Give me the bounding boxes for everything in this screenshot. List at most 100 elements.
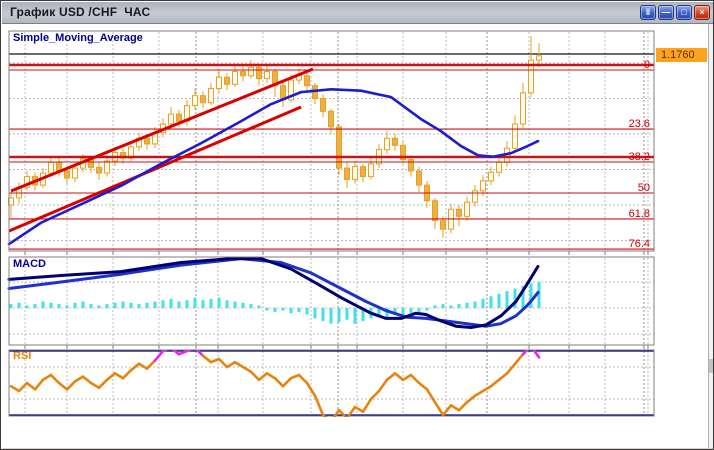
macd-signal-line xyxy=(9,259,538,327)
rsi-segment xyxy=(267,373,275,378)
rsi-segment xyxy=(283,378,291,386)
main-pane-title: Simple_Moving_Average xyxy=(13,32,143,44)
rsi-segment xyxy=(419,383,427,389)
candle xyxy=(209,89,214,103)
candle xyxy=(457,209,462,216)
candle xyxy=(521,93,526,124)
candle xyxy=(537,56,542,60)
rsi-segment xyxy=(43,375,51,380)
rsi-segment xyxy=(499,373,507,379)
macd-line xyxy=(9,259,538,328)
rsi-segment xyxy=(387,373,395,379)
candle xyxy=(321,99,326,112)
candle xyxy=(433,201,438,221)
candle xyxy=(465,202,470,216)
candle xyxy=(249,67,254,76)
rsi-segment xyxy=(139,364,147,369)
rsi-segment xyxy=(459,402,467,410)
rsi-segment xyxy=(27,383,35,389)
candle xyxy=(417,171,422,185)
rsi-segment xyxy=(259,373,267,379)
candle xyxy=(497,162,502,172)
rsi-segment xyxy=(411,375,419,383)
rsi-segment xyxy=(483,386,491,391)
candle xyxy=(225,77,230,84)
rsi-segment xyxy=(379,380,387,391)
candle xyxy=(385,138,390,149)
candle xyxy=(361,167,366,177)
candle xyxy=(489,172,494,181)
fib-label: 50 xyxy=(638,182,650,194)
rsi-segment xyxy=(83,377,91,383)
candle xyxy=(217,77,222,88)
candle xyxy=(233,72,238,85)
rsi-segment xyxy=(475,391,483,396)
current-price-tag: 1.1760 xyxy=(656,48,707,62)
rsi-segment xyxy=(203,356,211,362)
rsi-segment xyxy=(19,383,27,391)
candle xyxy=(513,124,518,148)
rsi-segment xyxy=(243,367,251,372)
rsi-segment xyxy=(251,372,259,380)
scrollbar-thumb[interactable] xyxy=(709,359,713,373)
right-scrollbar[interactable] xyxy=(708,24,714,448)
rsi-segment xyxy=(435,402,443,415)
trendline xyxy=(11,69,313,191)
candle xyxy=(265,72,270,79)
candle xyxy=(481,181,486,191)
rsi-segment xyxy=(339,410,347,418)
rsi-segment xyxy=(99,380,107,388)
rsi-segment xyxy=(227,362,235,367)
candle xyxy=(97,167,102,173)
rsi-segment xyxy=(107,373,115,379)
candle xyxy=(409,160,414,171)
candle xyxy=(49,162,54,173)
candle xyxy=(169,114,174,124)
rsi-segment xyxy=(363,399,371,412)
rsi-segment xyxy=(275,378,283,386)
rsi-segment xyxy=(507,364,515,374)
rsi-segment xyxy=(219,359,227,367)
candle xyxy=(193,96,198,106)
candle xyxy=(73,168,78,178)
rsi-segment xyxy=(347,407,355,418)
rsi-segment xyxy=(395,373,403,379)
candle xyxy=(441,221,446,230)
rsi-segment xyxy=(67,381,75,389)
rsi-segment xyxy=(491,380,499,386)
candle xyxy=(65,171,70,178)
rsi-segment xyxy=(235,362,243,367)
rsi-segment xyxy=(515,354,523,364)
chart-window: График USD /CHF ЧАС ‖ — □ × 023.638.2506… xyxy=(0,0,714,450)
rsi-segment xyxy=(51,375,59,383)
fib-label: 76.4 xyxy=(629,238,650,250)
chart-canvas[interactable]: 023.638.25061.876.4 xyxy=(1,1,714,450)
candle xyxy=(145,138,150,144)
candle xyxy=(105,161,110,173)
rsi-segment xyxy=(451,405,459,410)
rsi-pane-title: RSI xyxy=(13,350,31,362)
fib-label: 23.6 xyxy=(629,118,650,130)
rsi-segment xyxy=(123,370,131,378)
rsi-segment xyxy=(91,383,99,388)
candle xyxy=(345,168,350,179)
rsi-segment xyxy=(355,407,363,412)
rsi-segment xyxy=(59,383,67,389)
candle xyxy=(329,111,334,127)
rsi-segment xyxy=(531,346,539,357)
rsi-segment xyxy=(371,391,379,399)
fib-label: 0 xyxy=(644,59,650,71)
rsi-segment xyxy=(115,373,123,378)
rsi-segment xyxy=(427,389,435,402)
candle xyxy=(177,114,182,121)
rsi-line-group xyxy=(11,346,539,421)
rsi-segment xyxy=(35,380,43,390)
candle xyxy=(257,67,262,78)
candle xyxy=(369,164,374,177)
rsi-segment xyxy=(75,377,83,382)
candle xyxy=(353,167,358,180)
rsi-segment xyxy=(11,386,19,391)
fib-label: 38.2 xyxy=(629,151,650,163)
candle xyxy=(241,72,246,76)
rsi-segment xyxy=(299,375,307,383)
